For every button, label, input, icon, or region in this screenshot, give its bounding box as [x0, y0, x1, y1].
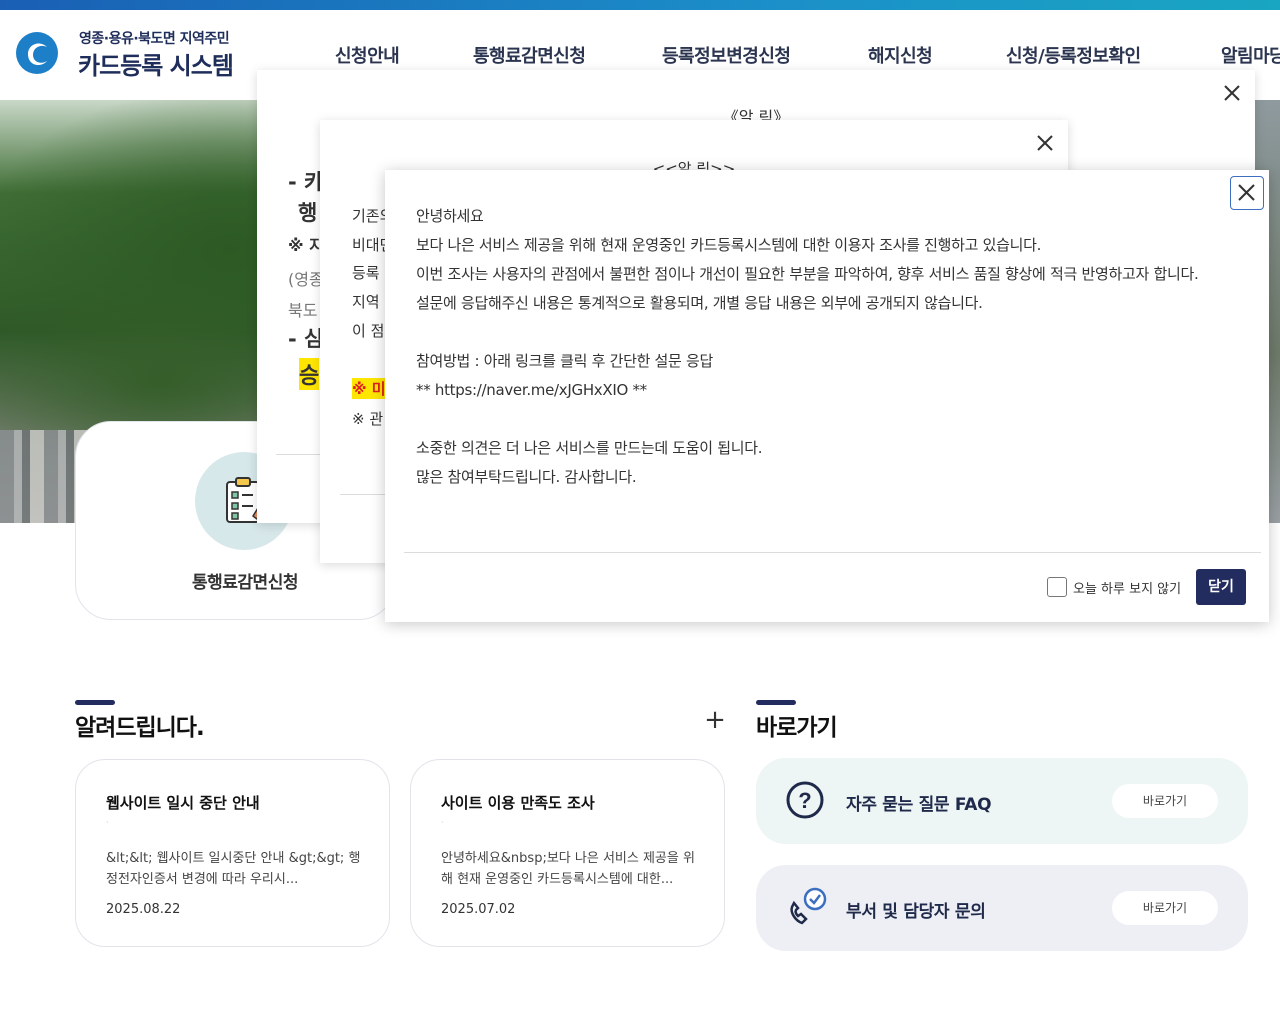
popup-close-button[interactable]: [1230, 176, 1264, 210]
nav-item-change-registration[interactable]: 등록정보변경신청: [662, 42, 791, 68]
notice-date: 2025.08.22: [106, 902, 181, 917]
close-icon: [1238, 184, 1255, 201]
survey-link[interactable]: ** https://naver.me/xJGHxXIO **: [416, 380, 1256, 409]
popup-text-fragment: 지역: [352, 293, 380, 311]
phone-chat-icon: [790, 887, 827, 925]
popup-text-fragment: ※ 관: [352, 410, 384, 428]
popup-highlight-fragment: 승: [299, 358, 320, 390]
notice-excerpt: &lt;&lt; 웹사이트 일시중단 안내 &gt;&gt; 행정전자인증서 변…: [106, 851, 361, 887]
shortcut-faq[interactable]: ? 자주 묻는 질문 FAQ 바로가기: [756, 758, 1248, 844]
notice-date: 2025.07.02: [441, 902, 516, 917]
shortcut-go-button[interactable]: 바로가기: [1112, 784, 1218, 818]
dont-show-today-checkbox[interactable]: [1047, 577, 1067, 597]
popup-highlight-fragment: ※ 미: [352, 378, 386, 399]
popup-text-fragment: 이 점: [352, 322, 385, 340]
notices-title-bar: [75, 700, 115, 705]
dont-show-today-label[interactable]: 오늘 하루 보지 않기: [1073, 578, 1181, 597]
logo-subtitle: 영종·용유·북도면 지역주민: [79, 31, 230, 47]
nav-item-guide[interactable]: 신청안내: [335, 42, 400, 68]
survey-popup: 안녕하세요 보다 나은 서비스 제공을 위해 현재 운영중인 카드등록시스템에 …: [385, 170, 1269, 622]
popup-text-fragment: 등록: [352, 264, 380, 282]
shortcut-label: 자주 묻는 질문 FAQ: [846, 795, 992, 815]
top-accent-bar: [0, 0, 1280, 10]
survey-line: 보다 나은 서비스 제공을 위해 현재 운영중인 카드등록시스템에 대한 이용자…: [416, 236, 1042, 254]
logo-title[interactable]: 카드등록 시스템: [78, 46, 234, 81]
nav-item-notice-board[interactable]: 알림마당: [1221, 42, 1280, 68]
svg-text:?: ?: [798, 788, 811, 813]
logo-icon[interactable]: [14, 30, 60, 76]
close-icon[interactable]: [1221, 82, 1243, 104]
notice-card[interactable]: 사이트 이용 만족도 조사 · 안녕하세요&nbsp;보다 나은 서비스 제공을…: [410, 759, 725, 947]
notice-separator-dot: ·: [106, 818, 109, 827]
question-circle-icon: ?: [786, 781, 824, 819]
shortcut-contact[interactable]: 부서 및 담당자 문의 바로가기: [756, 865, 1248, 951]
nav-item-cancel[interactable]: 해지신청: [868, 42, 933, 68]
popup-text-fragment: - 카: [288, 170, 324, 194]
notice-separator-dot: ·: [441, 818, 444, 827]
close-icon[interactable]: [1034, 132, 1056, 154]
plus-icon[interactable]: +: [704, 707, 726, 733]
nav-item-toll-discount[interactable]: 통행료감면신청: [473, 42, 586, 68]
notice-title: 웹사이트 일시 중단 안내: [106, 794, 260, 812]
quick-menu-label: 통행료감면신청: [192, 573, 298, 593]
popup-text-fragment: (영종: [288, 270, 324, 289]
popup-divider: [404, 552, 1261, 553]
survey-line: 소중한 의견은 더 나은 서비스를 만드는데 도움이 됩니다.: [416, 439, 763, 457]
nav-item-check-status[interactable]: 신청/등록정보확인: [1006, 42, 1141, 68]
popup-text-fragment: 행: [298, 201, 318, 225]
survey-popup-body: 안녕하세요 보다 나은 서비스 제공을 위해 현재 운영중인 카드등록시스템에 …: [416, 206, 1256, 496]
notice-title: 사이트 이용 만족도 조사: [441, 794, 595, 812]
notices-title: 알려드립니다.: [75, 715, 205, 741]
shortcut-go-button[interactable]: 바로가기: [1112, 891, 1218, 925]
survey-blank-line: [416, 409, 1256, 438]
survey-blank-line: [416, 322, 1256, 351]
survey-line: 많은 참여부탁드립니다. 감사합니다.: [416, 468, 637, 486]
survey-line: 안녕하세요: [416, 207, 484, 225]
survey-line: 이번 조사는 사용자의 관점에서 불편한 점이나 개선이 필요한 부분을 파악하…: [416, 265, 1199, 283]
popup-text-fragment: 북도: [288, 301, 318, 320]
close-popup-button[interactable]: 닫기: [1196, 569, 1246, 605]
survey-line: 설문에 응답해주신 내용은 통계적으로 활용되며, 개별 응답 내용은 외부에 …: [416, 294, 983, 312]
shortcuts-title-bar: [756, 700, 796, 705]
popup-text-fragment: ※ 지: [288, 236, 324, 255]
notice-card[interactable]: 웹사이트 일시 중단 안내 · &lt;&lt; 웹사이트 일시중단 안내 &g…: [75, 759, 390, 947]
popup-text-fragment: - 심: [288, 327, 324, 351]
shortcut-label: 부서 및 담당자 문의: [846, 902, 986, 922]
notice-excerpt: 안녕하세요&nbsp;보다 나은 서비스 제공을 위해 현재 운영중인 카드등록…: [441, 851, 695, 887]
survey-line: 참여방법 : 아래 링크를 클릭 후 간단한 설문 응답: [416, 352, 714, 370]
shortcuts-title: 바로가기: [756, 715, 838, 741]
